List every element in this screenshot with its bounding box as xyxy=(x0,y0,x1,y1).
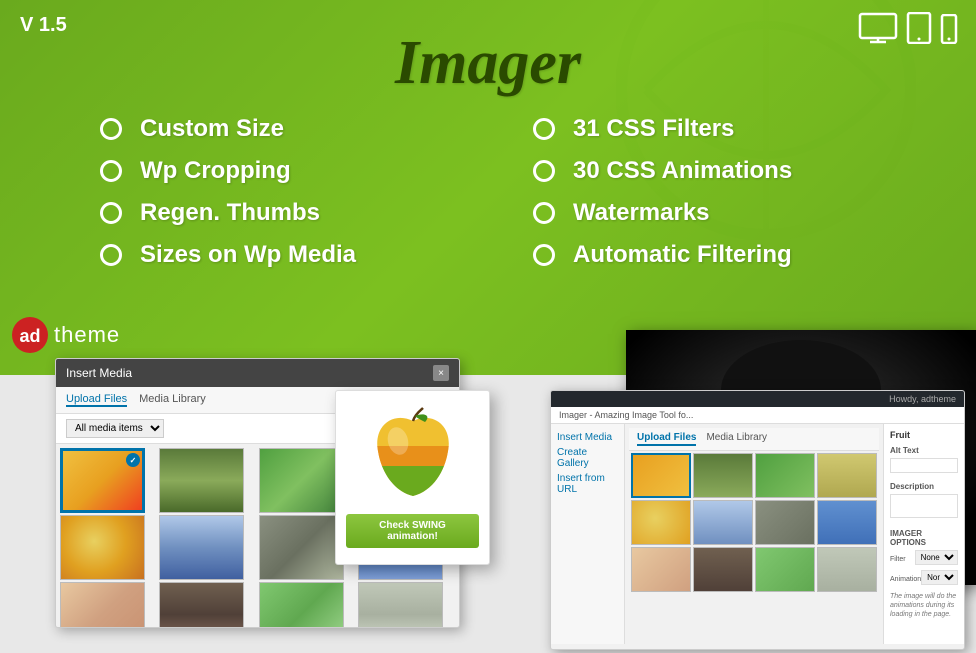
feature-item-5: 31 CSS Filters xyxy=(533,115,926,143)
bullet-3 xyxy=(100,202,122,224)
filter-row: Filter None xyxy=(890,550,958,568)
media-filter-select[interactable]: All media items xyxy=(66,419,164,438)
animation-select[interactable]: None xyxy=(921,570,958,585)
imager-options-label: IMAGER OPTIONS xyxy=(890,529,958,547)
small-thumb-6[interactable] xyxy=(693,500,753,545)
media-thumb-7[interactable] xyxy=(259,515,344,580)
right-nav-upload[interactable]: Upload Files xyxy=(637,432,696,446)
plugin-name-bar: Imager - Amazing Image Tool fo... xyxy=(551,407,964,424)
media-thumb-11[interactable] xyxy=(259,582,344,628)
small-thumb-1[interactable] xyxy=(631,453,691,498)
feature-text-6: 30 CSS Animations xyxy=(573,157,792,185)
dialog-nav-upload[interactable]: Upload Files xyxy=(66,393,127,407)
features-right: 31 CSS Filters 30 CSS Animations Waterma… xyxy=(533,115,926,269)
page-title: Imager xyxy=(0,28,976,99)
media-thumb-9[interactable] xyxy=(60,582,145,628)
alt-text-input[interactable] xyxy=(890,458,958,473)
dialog-right-main: Upload Files Media Library xyxy=(625,424,883,644)
features-section: Custom Size Wp Cropping Regen. Thumbs Si… xyxy=(100,115,926,269)
small-thumb-9[interactable] xyxy=(631,547,691,592)
fruit-popup: Check SWING animation! xyxy=(335,390,490,565)
ad-logo-icon: ad xyxy=(10,315,50,355)
bullet-6 xyxy=(533,160,555,182)
small-thumb-12[interactable] xyxy=(817,547,877,592)
feature-item-4: Sizes on Wp Media xyxy=(100,241,493,269)
dialog-close-left[interactable]: × xyxy=(433,365,449,381)
feature-item-1: Custom Size xyxy=(100,115,493,143)
animation-row: Animation None xyxy=(890,570,958,588)
small-thumb-10[interactable] xyxy=(693,547,753,592)
description-textarea[interactable] xyxy=(890,494,958,518)
description-label: Description xyxy=(890,482,958,491)
media-thumb-12[interactable] xyxy=(358,582,443,628)
small-thumb-8[interactable] xyxy=(817,500,877,545)
feature-item-2: Wp Cropping xyxy=(100,157,493,185)
right-nav-library[interactable]: Media Library xyxy=(706,432,767,446)
feature-item-7: Watermarks xyxy=(533,199,926,227)
admin-bar: Howdy, adtheme xyxy=(551,391,964,407)
media-thumb-6[interactable] xyxy=(159,515,244,580)
media-thumb-10[interactable] xyxy=(159,582,244,628)
admin-greeting: Howdy, adtheme xyxy=(889,394,956,404)
feature-item-8: Automatic Filtering xyxy=(533,241,926,269)
filter-label: Filter xyxy=(890,556,915,563)
feature-item-3: Regen. Thumbs xyxy=(100,199,493,227)
fruit-image xyxy=(363,406,463,506)
animation-note: The image will do the animations during … xyxy=(890,592,958,619)
check-swing-button[interactable]: Check SWING animation! xyxy=(346,514,479,548)
small-thumb-4[interactable] xyxy=(817,453,877,498)
feature-text-3: Regen. Thumbs xyxy=(140,199,320,227)
theme-logo-label: theme xyxy=(54,322,120,348)
sidebar-create-gallery[interactable]: Create Gallery xyxy=(557,447,618,469)
fruit-label: Fruit xyxy=(890,430,958,440)
filter-select[interactable]: None xyxy=(915,550,958,565)
hero-section: V 1.5 Imager Custom Size xyxy=(0,0,976,375)
features-left: Custom Size Wp Cropping Regen. Thumbs Si… xyxy=(100,115,493,269)
small-thumb-2[interactable] xyxy=(693,453,753,498)
small-thumb-11[interactable] xyxy=(755,547,815,592)
feature-text-1: Custom Size xyxy=(140,115,284,143)
feature-text-5: 31 CSS Filters xyxy=(573,115,734,143)
sidebar-insert-url[interactable]: Insert from URL xyxy=(557,473,618,495)
wp-dialog-right: Howdy, adtheme Imager - Amazing Image To… xyxy=(550,390,965,650)
small-thumb-5[interactable] xyxy=(631,500,691,545)
media-thumb-1[interactable]: ✓ xyxy=(60,448,145,513)
bullet-8 xyxy=(533,244,555,266)
alt-text-label: Alt Text xyxy=(890,446,958,455)
dialog-right-sidebar: Insert Media Create Gallery Insert from … xyxy=(551,424,625,644)
media-thumb-3[interactable] xyxy=(259,448,344,513)
animation-label: Animation xyxy=(890,576,921,583)
svg-text:ad: ad xyxy=(19,326,40,346)
feature-item-6: 30 CSS Animations xyxy=(533,157,926,185)
small-thumb-7[interactable] xyxy=(755,500,815,545)
plugin-name: Imager - Amazing Image Tool fo... xyxy=(559,410,693,420)
dialog-right-nav: Upload Files Media Library xyxy=(629,428,879,451)
small-media-grid xyxy=(629,451,879,594)
dialog-right-body: Insert Media Create Gallery Insert from … xyxy=(551,424,964,644)
media-thumb-2[interactable] xyxy=(159,448,244,513)
feature-text-2: Wp Cropping xyxy=(140,157,291,185)
bullet-7 xyxy=(533,202,555,224)
bullet-2 xyxy=(100,160,122,182)
bullet-1 xyxy=(100,118,122,140)
dialog-right-options-panel: Fruit Alt Text Description IMAGER OPTION… xyxy=(883,424,964,644)
small-thumb-3[interactable] xyxy=(755,453,815,498)
bullet-5 xyxy=(533,118,555,140)
feature-text-8: Automatic Filtering xyxy=(573,241,792,269)
bullet-4 xyxy=(100,244,122,266)
theme-logo: ad theme xyxy=(10,315,120,355)
feature-text-4: Sizes on Wp Media xyxy=(140,241,356,269)
feature-text-7: Watermarks xyxy=(573,199,710,227)
dialog-header-left: Insert Media × xyxy=(56,359,459,387)
media-thumb-5[interactable] xyxy=(60,515,145,580)
dialog-nav-library[interactable]: Media Library xyxy=(139,393,206,407)
sidebar-insert-media[interactable]: Insert Media xyxy=(557,432,618,443)
dialog-title-left: Insert Media xyxy=(66,366,132,380)
